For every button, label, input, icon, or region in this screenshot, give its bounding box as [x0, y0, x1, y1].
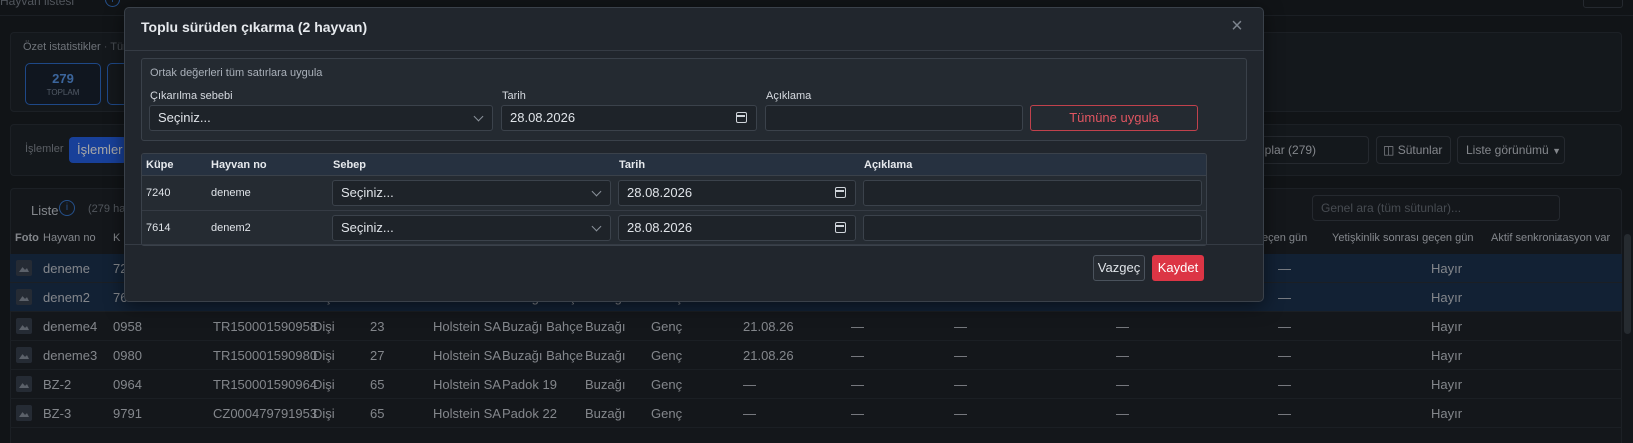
grid-cell-kupe: 7240: [146, 187, 171, 199]
chevron-down-icon: [473, 111, 484, 122]
row-note-input[interactable]: [863, 180, 1202, 206]
common-values-panel: Ortak değerleri tüm satırlara uygula Çık…: [141, 58, 1247, 141]
calendar-icon[interactable]: [736, 112, 747, 123]
apply-all-button[interactable]: Tümüne uygula: [1030, 105, 1198, 131]
date-input[interactable]: 28.08.2026: [501, 105, 757, 131]
animal-rows-grid: Küpe Hayvan no Sebep Tarih Açıklama 7240…: [141, 153, 1207, 246]
grid-row: 7614 denem2 Seçiniz... 28.08.2026: [142, 211, 1206, 245]
row-reason-select[interactable]: Seçiniz...: [332, 215, 611, 241]
save-button[interactable]: Kaydet: [1152, 255, 1204, 281]
note-input[interactable]: [765, 105, 1023, 131]
grid-col-hayvan-no: Hayvan no: [211, 159, 267, 171]
row-date-input[interactable]: 28.08.2026: [618, 180, 856, 206]
close-icon[interactable]: ×: [1228, 16, 1246, 36]
date-label: Tarih: [502, 90, 526, 102]
chevron-down-icon: [591, 186, 602, 197]
row-note-input[interactable]: [863, 215, 1202, 241]
reason-label: Çıkarılma sebebi: [150, 90, 233, 102]
calendar-icon[interactable]: [835, 187, 846, 198]
grid-cell-hayvan-no: denem2: [211, 222, 251, 234]
cancel-button[interactable]: Vazgeç: [1093, 255, 1145, 281]
divider: [125, 50, 1263, 51]
dialog-title: Toplu sürüden çıkarma (2 hayvan): [141, 19, 368, 35]
reason-select[interactable]: Seçiniz...: [149, 105, 493, 131]
chevron-down-icon: [591, 221, 602, 232]
grid-col-aciklama: Açıklama: [864, 159, 913, 171]
note-label: Açıklama: [766, 90, 812, 102]
grid-col-sebep: Sebep: [333, 159, 367, 171]
row-reason-select[interactable]: Seçiniz...: [332, 180, 611, 206]
grid-row: 7240 deneme Seçiniz... 28.08.2026: [142, 176, 1206, 211]
grid-cell-kupe: 7614: [146, 222, 171, 234]
row-date-input[interactable]: 28.08.2026: [618, 215, 856, 241]
divider: [125, 244, 1263, 245]
grid-col-tarih: Tarih: [619, 159, 646, 171]
calendar-icon[interactable]: [835, 222, 846, 233]
bulk-removal-dialog: Toplu sürüden çıkarma (2 hayvan) × Ortak…: [124, 7, 1264, 302]
grid-header: Küpe Hayvan no Sebep Tarih Açıklama: [142, 154, 1206, 176]
common-values-title: Ortak değerleri tüm satırlara uygula: [150, 67, 323, 79]
grid-col-kupe: Küpe: [146, 159, 174, 171]
grid-cell-hayvan-no: deneme: [211, 187, 251, 199]
